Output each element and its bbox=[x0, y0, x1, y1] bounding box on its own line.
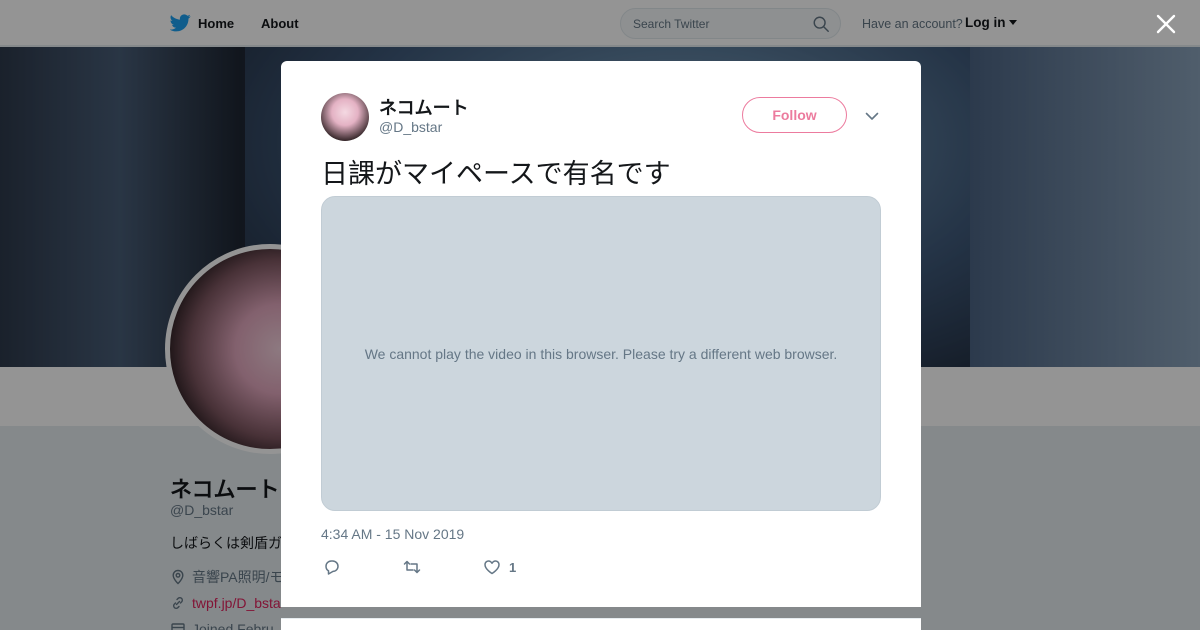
chevron-down-icon[interactable] bbox=[863, 107, 881, 125]
reply-button[interactable] bbox=[323, 558, 341, 576]
retweet-icon bbox=[403, 560, 421, 574]
video-error-message: We cannot play the video in this browser… bbox=[364, 345, 838, 362]
like-count: 1 bbox=[509, 559, 517, 575]
tweet-actions: 1 bbox=[321, 558, 881, 578]
follow-button[interactable]: Follow bbox=[742, 97, 847, 133]
modal-next-section bbox=[281, 618, 921, 630]
close-icon[interactable] bbox=[1154, 12, 1178, 36]
tweet-author-name[interactable]: ネコムート bbox=[379, 94, 469, 120]
tweet-modal: ネコムート @D_bstar Follow 日課がマイペースで有名です We c… bbox=[281, 61, 921, 607]
like-icon bbox=[484, 560, 500, 575]
reply-icon bbox=[325, 560, 339, 575]
tweet-text: 日課がマイペースで有名です bbox=[321, 159, 671, 189]
video-player[interactable]: We cannot play the video in this browser… bbox=[321, 196, 881, 511]
like-button[interactable]: 1 bbox=[483, 558, 516, 576]
retweet-button[interactable] bbox=[403, 558, 421, 576]
tweet-timestamp[interactable]: 4:34 AM - 15 Nov 2019 bbox=[321, 526, 464, 542]
tweet-author-handle[interactable]: @D_bstar bbox=[379, 119, 442, 135]
page: Home About Have an account? Log in ネコムート… bbox=[0, 0, 1200, 630]
tweet-author-avatar[interactable] bbox=[321, 93, 369, 141]
